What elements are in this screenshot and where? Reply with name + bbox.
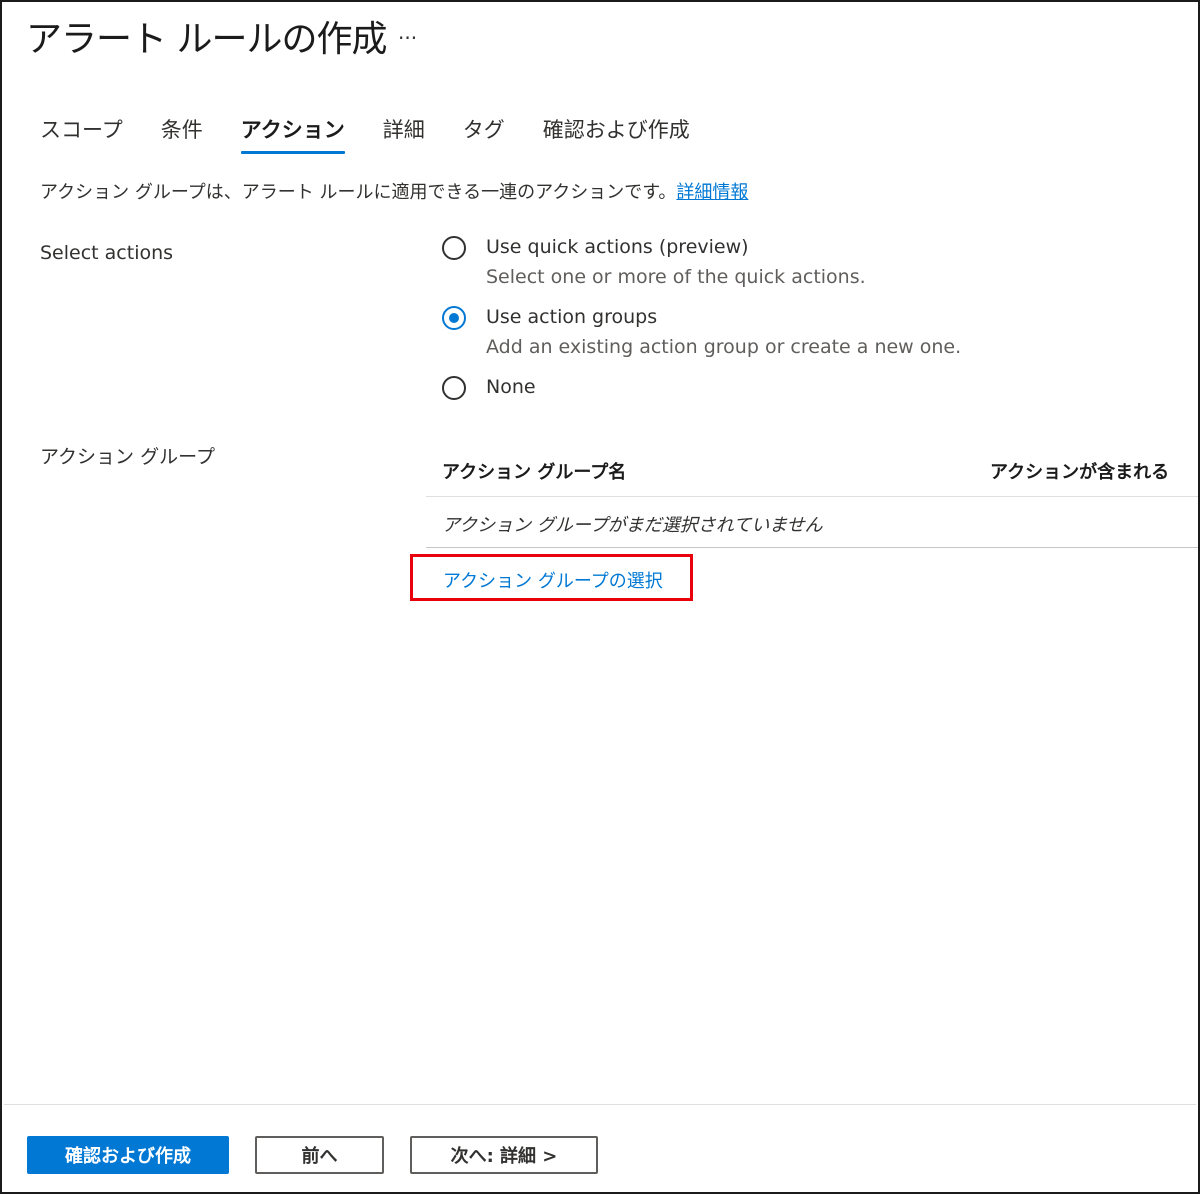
radio-label: Use action groups — [486, 306, 658, 328]
action-groups-label: アクション グループ — [40, 446, 215, 468]
select-action-group-link[interactable]: アクション グループの選択 — [443, 567, 663, 593]
description-text: アクション グループは、アラート ルールに適用できる一連のアクションです。 — [40, 182, 677, 203]
radio-label: Use quick actions (preview) — [486, 236, 749, 258]
radio-label: None — [486, 376, 536, 398]
tab-bar: スコープ 条件 アクション 詳細 タグ 確認および作成 — [40, 114, 728, 154]
more-options-icon[interactable]: ... — [398, 20, 417, 44]
select-actions-label: Select actions — [40, 242, 174, 264]
tab-review-create[interactable]: 確認および作成 — [543, 114, 690, 154]
previous-button[interactable]: 前へ — [255, 1136, 384, 1174]
table-row: アクション グループがまだ選択されていません — [426, 497, 1198, 548]
tab-condition[interactable]: 条件 — [161, 114, 203, 154]
radio-button-none[interactable] — [442, 376, 466, 400]
column-header-name: アクション グループ名 — [442, 462, 627, 483]
empty-table-message: アクション グループがまだ選択されていません — [442, 515, 823, 536]
radio-button-quick-actions[interactable] — [442, 236, 466, 260]
tab-actions[interactable]: アクション — [240, 114, 345, 154]
tab-tags[interactable]: タグ — [463, 114, 505, 154]
table-header: アクション グループ名 アクションが含まれる — [426, 446, 1198, 497]
footer-divider — [4, 1104, 1196, 1105]
tab-scope[interactable]: スコープ — [40, 114, 123, 154]
page-title: アラート ルールの作成 — [26, 19, 387, 60]
review-create-button[interactable]: 確認および作成 — [27, 1136, 229, 1174]
tab-details[interactable]: 詳細 — [383, 114, 425, 154]
learn-more-link[interactable]: 詳細情報 — [676, 182, 748, 203]
actions-description: アクション グループは、アラート ルールに適用できる一連のアクションです。詳細情… — [40, 178, 748, 204]
select-action-group-highlight: アクション グループの選択 — [410, 554, 693, 601]
radio-description: Select one or more of the quick actions. — [486, 266, 866, 288]
next-details-button[interactable]: 次へ: 詳細 > — [410, 1136, 598, 1174]
radio-description: Add an existing action group or create a… — [486, 336, 962, 358]
action-groups-table: アクション グループ名 アクションが含まれる アクション グループがまだ選択され… — [426, 446, 1198, 548]
radio-button-action-groups[interactable] — [442, 306, 466, 330]
column-header-actions-included: アクションが含まれる — [990, 462, 1170, 483]
alert-rule-create-panel: アラート ルールの作成 ... スコープ 条件 アクション 詳細 タグ 確認およ… — [0, 0, 1200, 1194]
